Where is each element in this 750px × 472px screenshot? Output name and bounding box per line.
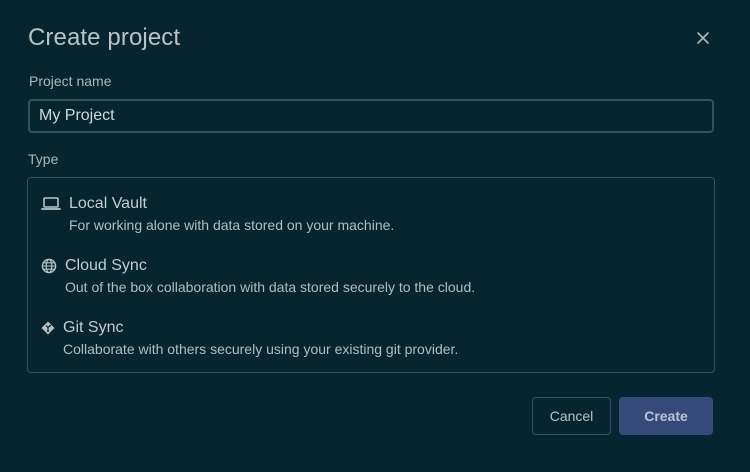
laptop-icon — [41, 196, 61, 212]
type-label: Type — [28, 151, 59, 167]
cancel-button[interactable]: Cancel — [532, 397, 611, 435]
type-options: Local Vault For working alone with data … — [27, 177, 715, 373]
git-sync-title: Git Sync — [63, 319, 124, 336]
local-vault-description: For working alone with data stored on yo… — [69, 217, 395, 233]
dialog-title: Create project — [28, 24, 181, 51]
globe-icon — [41, 258, 57, 274]
close-icon — [697, 32, 709, 44]
git-icon — [41, 321, 55, 335]
close-button[interactable] — [692, 27, 714, 49]
local-vault-title: Local Vault — [69, 195, 147, 212]
type-option-local-vault[interactable]: Local Vault For working alone with data … — [41, 194, 394, 233]
type-option-git-sync[interactable]: Git Sync Collaborate with others securel… — [41, 318, 458, 357]
git-sync-description: Collaborate with others securely using y… — [63, 341, 459, 357]
cloud-sync-title: Cloud Sync — [65, 257, 147, 274]
project-name-label: Project name — [29, 73, 112, 89]
create-project-dialog: Create project Project name Type Local V… — [0, 0, 750, 472]
cloud-sync-description: Out of the box collaboration with data s… — [65, 279, 476, 295]
project-name-input[interactable] — [28, 99, 714, 133]
create-button[interactable]: Create — [619, 397, 713, 435]
type-option-cloud-sync[interactable]: Cloud Sync Out of the box collaboration … — [41, 256, 475, 295]
